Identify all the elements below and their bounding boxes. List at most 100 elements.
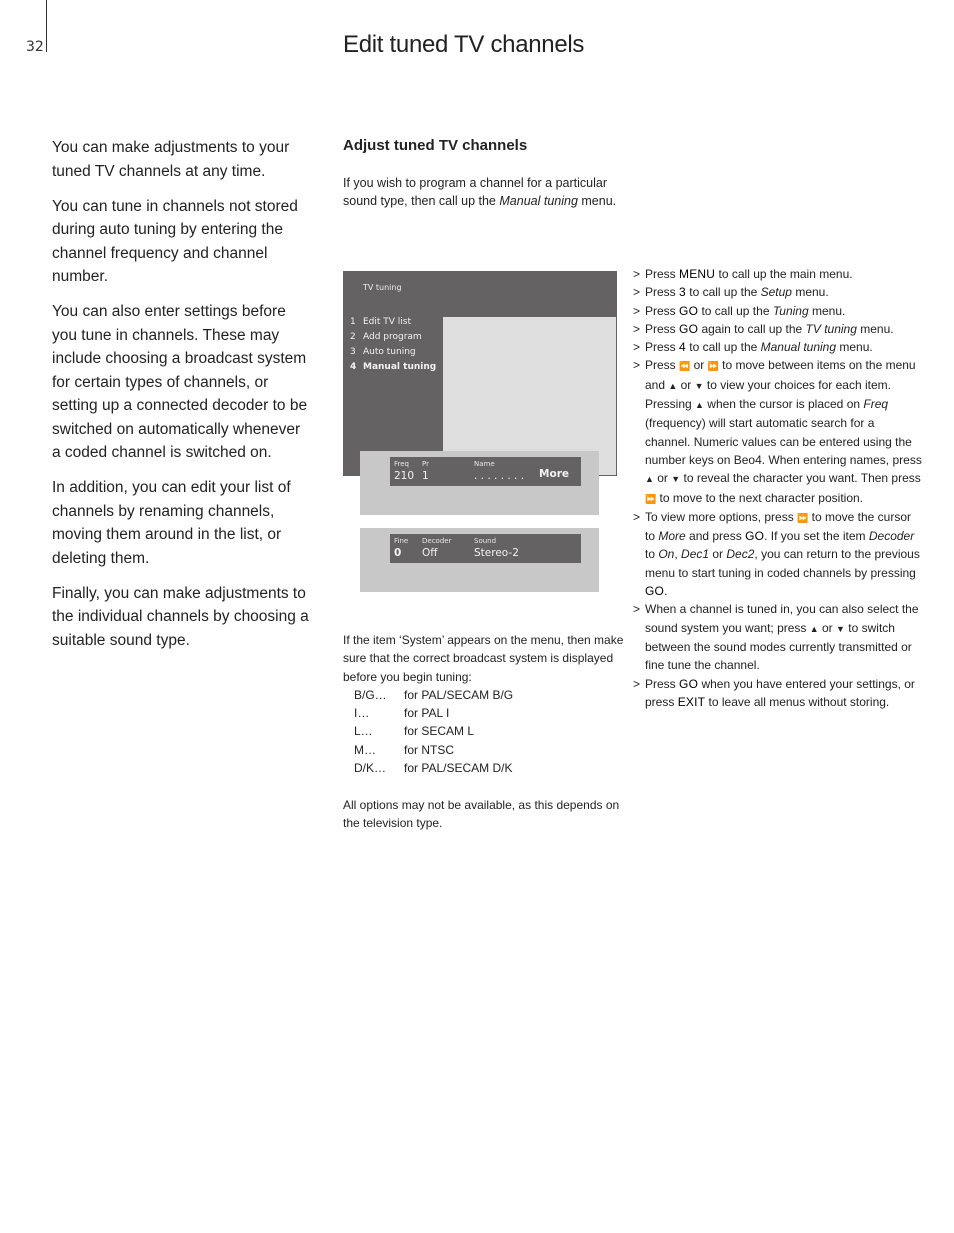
step-text: to move to the next character position. <box>656 490 863 505</box>
step-text: Press <box>645 321 676 336</box>
item-number: 2 <box>350 332 356 342</box>
system-desc: for SECAM L <box>404 724 475 739</box>
step-text: To view more options, press <box>645 509 798 524</box>
tv-menu-item: 1 Edit TV list <box>350 315 436 330</box>
menu-name: Tuning <box>772 303 809 318</box>
system-row: M… for NTSC <box>343 741 628 759</box>
step-marker: > <box>633 602 641 617</box>
step-marker: > <box>633 509 641 524</box>
step: > Press GO when you have entered your set… <box>633 675 923 712</box>
tv-menu-item: 3 Auto tuning <box>350 345 436 360</box>
system-code: D/K… <box>354 761 387 776</box>
page-title: Edit tuned TV channels <box>343 31 585 58</box>
key-label: 3 <box>679 285 686 300</box>
arrow-down-icon: ▼ <box>671 474 681 485</box>
step-text: to reveal the character you want. Then p… <box>680 471 921 486</box>
section-lead: If you wish to program a channel for a p… <box>343 174 628 210</box>
decoder-value: Off <box>422 547 438 559</box>
step-text: Press <box>645 285 676 300</box>
tv-menu-title: TV tuning <box>363 283 402 292</box>
step-text: or <box>653 471 672 486</box>
system-desc: for NTSC <box>404 742 455 757</box>
decoder-field: Decoder Off <box>422 537 451 560</box>
name-value: . . . . . . . . <box>474 470 525 482</box>
arrow-up-icon: ▲ <box>695 400 704 411</box>
step-text: to leave all menus without storing. <box>705 694 890 709</box>
margin-rule <box>46 0 47 52</box>
arrow-up-icon: ▲ <box>645 474 654 485</box>
fast-forward-icon: ⏩ <box>797 512 809 523</box>
name-field: Name . . . . . . . . <box>474 460 524 483</box>
arrow-down-icon: ▼ <box>694 380 704 391</box>
step: > Press GO to call up the Tuning menu. <box>633 302 923 320</box>
intro-paragraph: In addition, you can edit your list of c… <box>52 479 291 567</box>
system-code: M… <box>354 742 376 757</box>
system-availability-note: All options may not be available, as thi… <box>343 797 620 830</box>
step-text: to call up the main menu. <box>715 267 853 281</box>
key-label: 4 <box>679 340 686 355</box>
arrow-up-icon: ▲ <box>809 623 819 634</box>
intro-paragraph: You can also enter settings before you t… <box>52 303 308 461</box>
field-name: Freq <box>863 397 889 412</box>
item-number: 4 <box>350 362 357 372</box>
step-text: to call up the <box>698 303 773 318</box>
menu-name: TV tuning <box>805 321 857 336</box>
step-marker: > <box>633 340 641 355</box>
pr-field: Pr 1 <box>422 460 429 483</box>
key-label: GO <box>679 303 699 318</box>
field-name: More <box>658 529 686 544</box>
system-code: I… <box>354 706 370 721</box>
item-label: Manual tuning <box>363 362 437 372</box>
rewind-icon: ⏪ <box>679 361 691 372</box>
menu-name: Manual tuning <box>760 340 837 355</box>
step-text: menu. <box>856 321 894 336</box>
arrow-down-icon: ▼ <box>836 623 845 634</box>
step-text: (frequency) will start automatic search … <box>645 416 922 467</box>
key-label: GO <box>745 529 765 544</box>
item-label: Auto tuning <box>363 347 416 357</box>
arrow-up-icon: ▲ <box>668 380 678 391</box>
key-label: GO <box>679 321 699 336</box>
system-row: D/K… for PAL/SECAM D/K <box>343 759 628 777</box>
step-marker: > <box>633 358 641 373</box>
system-intro: If the item ‘System’ appears on the menu… <box>343 633 624 684</box>
page-number: 32 <box>26 39 44 55</box>
intro-paragraph: You can make adjustments to your tuned T… <box>52 139 290 180</box>
step-text: . If you set the item <box>764 529 869 544</box>
step-text: to <box>645 547 659 562</box>
step-text: again to call up the <box>698 321 806 336</box>
step: > Press 3 to call up the Setup menu. <box>633 283 923 301</box>
step: > When a channel is tuned in, you can als… <box>633 600 923 674</box>
system-row: B/G… for PAL/SECAM B/G <box>343 686 628 704</box>
system-row: I… for PAL I <box>343 704 628 722</box>
key-label: GO <box>645 584 665 599</box>
sound-value: Stereo-2 <box>474 547 519 559</box>
step: > Press MENU to call up the main menu. <box>633 265 923 283</box>
lead-text: menu. <box>577 194 617 209</box>
step: > To view more options, press ⏩ to move t… <box>633 508 923 600</box>
step-text: when the cursor is placed on <box>703 397 864 412</box>
system-desc: for PAL/SECAM B/G <box>404 687 514 702</box>
step-text: menu. <box>836 340 873 355</box>
intro-text: You can make adjustments to your tuned T… <box>52 136 312 664</box>
system-table: B/G… for PAL/SECAM B/G I… for PAL I L… for … <box>343 686 628 777</box>
option-name: Dec2 <box>726 547 755 562</box>
fine-field: Fine 0 <box>394 537 408 560</box>
freq-value: 210 <box>394 470 415 482</box>
item-number: 3 <box>350 347 356 357</box>
field-name: Decoder <box>868 529 915 544</box>
step: > Press 4 to call up the Manual tuning me… <box>633 338 923 356</box>
step-text: or <box>818 620 837 635</box>
fast-forward-icon: ⏩ <box>707 361 719 372</box>
step-text: menu. <box>808 303 846 318</box>
pr-label: Pr <box>422 460 429 468</box>
intro-paragraph: You can tune in channels not stored duri… <box>52 197 298 286</box>
step-text: . <box>664 584 668 599</box>
tv-menu-item-active: 4 Manual tuning <box>350 360 436 375</box>
more-options-bar: Fine 0 Decoder Off Sound Stereo-2 <box>390 534 581 563</box>
step-text: or <box>677 377 695 392</box>
option-name: On <box>658 547 675 562</box>
step-text: Press <box>645 676 676 691</box>
item-label: Edit TV list <box>363 317 412 327</box>
system-desc: for PAL/SECAM D/K <box>404 761 513 776</box>
